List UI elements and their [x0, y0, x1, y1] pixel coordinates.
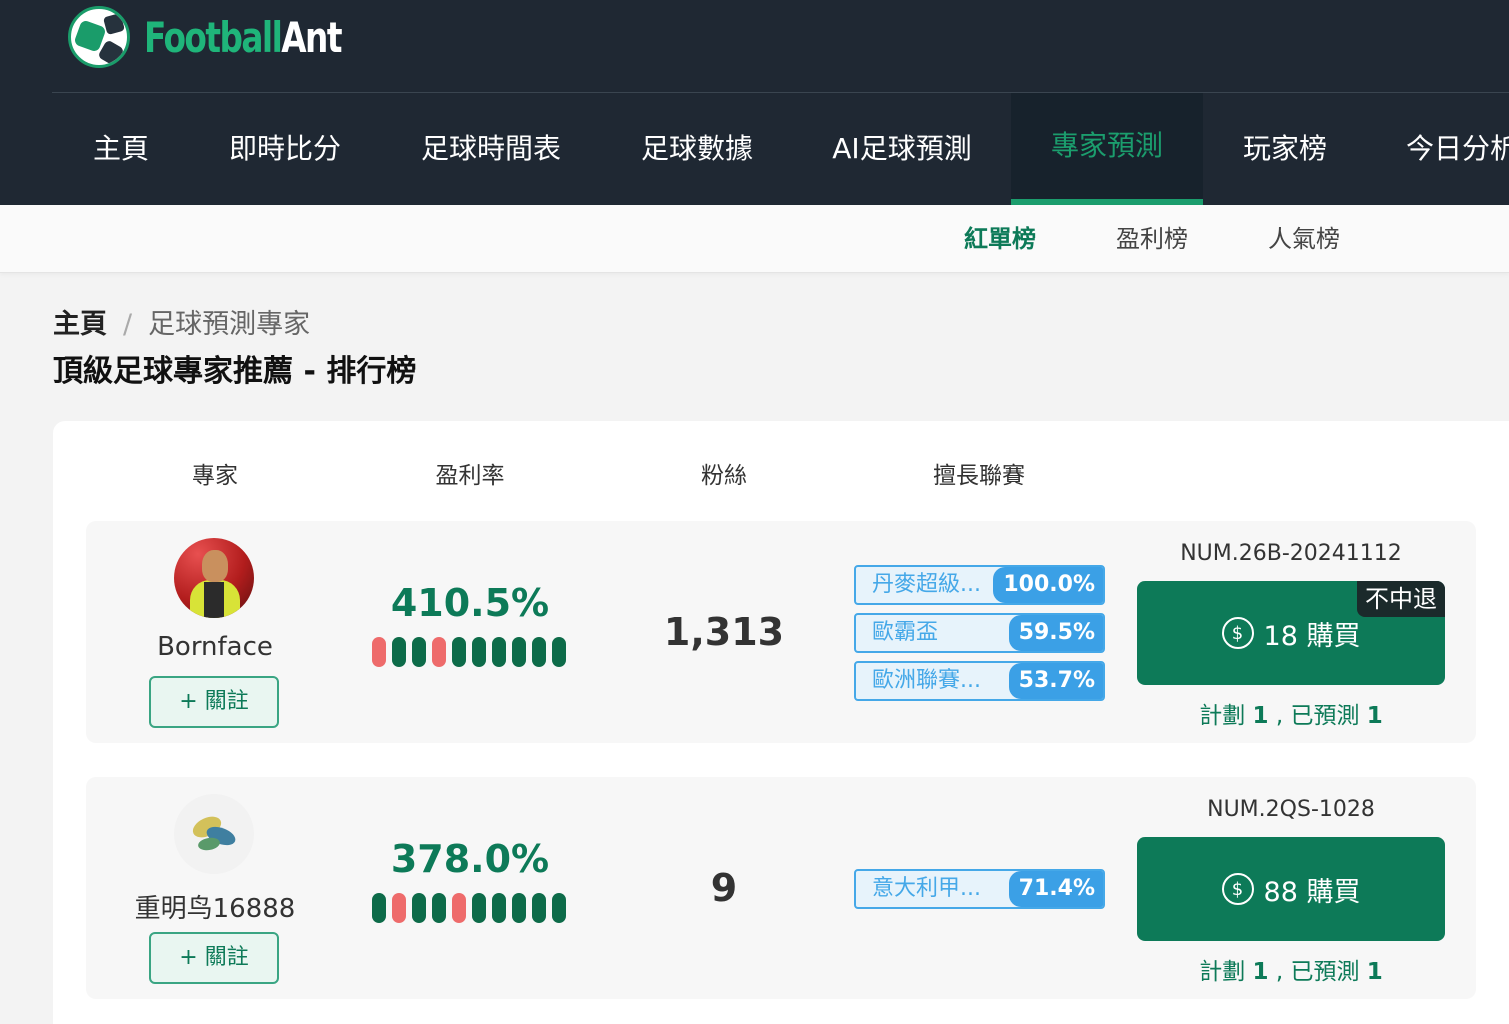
league-win-rate: 59.5% [1008, 615, 1103, 651]
streak-pill-green [392, 637, 406, 667]
streak-pill-green [512, 637, 526, 667]
follow-button[interactable]: + 關註 [149, 932, 279, 984]
streak-pill-green [532, 893, 546, 923]
streak-pill-green [472, 893, 486, 923]
breadcrumb-home[interactable]: 主頁 [53, 309, 107, 340]
plan-code: NUM.2QS-1028 [1207, 797, 1375, 822]
streak-pill-green [412, 893, 426, 923]
breadcrumb: 主頁 / 足球預測專家 [53, 302, 310, 341]
streak-pill-green [492, 893, 506, 923]
fans-count: 9 [710, 866, 738, 910]
league-tag[interactable]: 歐霸盃 59.5% [854, 613, 1105, 653]
streak-pill-green [512, 893, 526, 923]
top-header: FootballAnt 主頁 即時比分 足球時間表 足球數據 AI足球預測 專家… [0, 0, 1509, 205]
dollar-coin-icon: $ [1221, 617, 1254, 649]
brand-name: FootballAnt [144, 12, 342, 62]
avatar[interactable] [174, 794, 254, 874]
streak-pill-green [472, 637, 486, 667]
streak-pill-red [452, 893, 466, 923]
column-header-fans: 粉絲 [701, 463, 747, 489]
nav-item-player-ranking[interactable]: 玩家榜 [1222, 93, 1348, 205]
page-title: 頂級足球專家推薦 - 排行榜 [53, 354, 417, 389]
main-nav: 主頁 即時比分 足球時間表 足球數據 AI足球預測 專家預測 玩家榜 今日分析 [0, 93, 1509, 205]
nav-item-home[interactable]: 主頁 [58, 93, 184, 205]
buy-price: 18 購買 [1263, 620, 1361, 652]
buy-price: 88 購買 [1263, 876, 1361, 908]
league-name: 丹麥超級... [872, 572, 981, 597]
league-name: 歐霸盃 [872, 620, 939, 645]
tab-popular-list[interactable]: 人氣榜 [1268, 205, 1340, 273]
follow-button[interactable]: + 關註 [149, 676, 279, 728]
buy-button[interactable]: $88 購買 [1137, 837, 1445, 941]
column-header-profit-rate: 盈利率 [435, 463, 505, 489]
league-name: 歐洲聯賽... [872, 668, 981, 693]
breadcrumb-separator: / [123, 309, 133, 340]
plan-summary: 計劃 1 , 已預測 1 [1199, 959, 1383, 985]
soccer-ball-icon [68, 6, 130, 68]
breadcrumb-current: 足球預測專家 [148, 309, 311, 340]
result-streak [372, 893, 566, 923]
result-streak [372, 637, 566, 667]
profit-rate: 410.5% [390, 581, 550, 625]
plan-summary: 計劃 1 , 已預測 1 [1199, 703, 1383, 729]
league-tag[interactable]: 歐洲聯賽... 53.7% [854, 661, 1105, 701]
streak-pill-red [372, 637, 386, 667]
league-name: 意大利甲... [872, 876, 981, 901]
nav-item-today-analysis[interactable]: 今日分析 [1384, 93, 1509, 205]
expert-name[interactable]: 重明鸟16888 [95, 888, 335, 925]
plan-code: NUM.26B-20241112 [1180, 541, 1402, 566]
nav-item-expert-prediction[interactable]: 專家預測 [1011, 93, 1203, 205]
streak-pill-red [392, 893, 406, 923]
column-header-leagues: 擅長聯賽 [933, 463, 1025, 489]
league-win-rate: 71.4% [1008, 871, 1103, 907]
streak-pill-green [552, 637, 566, 667]
nav-item-schedule[interactable]: 足球時間表 [400, 93, 582, 205]
buy-button[interactable]: $18 購買 不中退 [1137, 581, 1445, 685]
streak-pill-green [492, 637, 506, 667]
nav-item-ai-prediction[interactable]: AI足球預測 [812, 93, 992, 205]
nav-item-live-scores[interactable]: 即時比分 [207, 93, 363, 205]
dollar-coin-icon: $ [1221, 873, 1254, 905]
column-header-expert: 專家 [192, 463, 238, 489]
streak-pill-green [532, 637, 546, 667]
avatar[interactable] [174, 538, 254, 618]
refund-badge: 不中退 [1357, 581, 1445, 617]
sub-nav: 紅單榜 盈利榜 人氣榜 [0, 205, 1509, 273]
league-win-rate: 53.7% [1008, 663, 1103, 699]
league-tag[interactable]: 意大利甲... 71.4% [854, 869, 1105, 909]
tab-profit-list[interactable]: 盈利榜 [1116, 205, 1188, 273]
streak-pill-green [552, 893, 566, 923]
profit-rate: 378.0% [390, 837, 550, 881]
expert-name[interactable]: Bornface [95, 632, 335, 662]
streak-pill-green [452, 637, 466, 667]
tab-red-list[interactable]: 紅單榜 [964, 205, 1036, 273]
streak-pill-green [432, 893, 446, 923]
nav-item-data[interactable]: 足球數據 [618, 93, 776, 205]
fans-count: 1,313 [663, 610, 785, 654]
brand-logo[interactable]: FootballAnt [68, 6, 396, 68]
league-tag[interactable]: 丹麥超級... 100.0% [854, 565, 1105, 605]
streak-pill-red [432, 637, 446, 667]
streak-pill-green [412, 637, 426, 667]
streak-pill-green [372, 893, 386, 923]
league-win-rate: 100.0% [993, 567, 1103, 603]
